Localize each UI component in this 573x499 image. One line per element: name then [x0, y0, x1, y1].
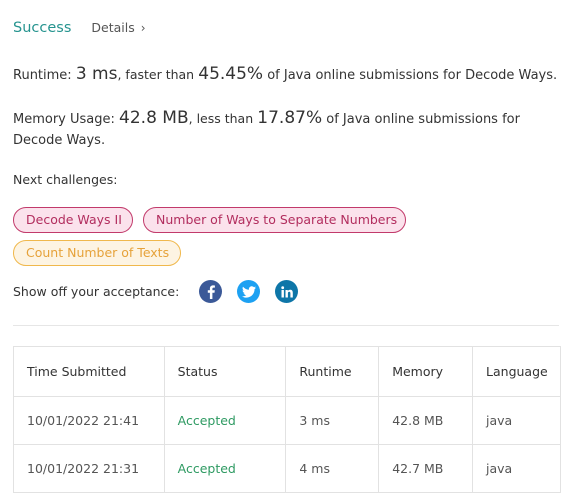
- challenge-chip-count-number-of-texts[interactable]: Count Number of Texts: [13, 240, 181, 266]
- memory-percent: 17.87%: [257, 108, 323, 128]
- memory-comparison: , less than: [188, 111, 254, 126]
- memory-label: Memory Usage:: [13, 112, 115, 127]
- memory-stat: Memory Usage: 42.8 MB, less than 17.87% …: [13, 108, 561, 151]
- column-header-status[interactable]: Status: [163, 346, 287, 397]
- time-submitted-cell: 10/01/2022 21:41: [13, 396, 165, 445]
- section-divider: [13, 325, 559, 326]
- column-header-language[interactable]: Language: [472, 346, 561, 397]
- share-label: Show off your acceptance:: [13, 284, 180, 299]
- status-accepted-link[interactable]: Accepted: [163, 396, 287, 445]
- status-success-label: Success: [13, 20, 72, 36]
- runtime-value: 3 ms: [75, 64, 118, 84]
- challenge-chip-number-of-ways-to-separate-numbers[interactable]: Number of Ways to Separate Numbers: [143, 207, 406, 233]
- runtime-label: Runtime:: [13, 68, 72, 83]
- memory-cell: 42.8 MB: [378, 396, 474, 445]
- runtime-comparison: , faster than: [117, 67, 195, 82]
- column-header-runtime[interactable]: Runtime: [285, 346, 380, 397]
- table-row: 10/01/2022 21:31 Accepted 4 ms 42.7 MB j…: [13, 444, 561, 493]
- runtime-cell: 3 ms: [285, 396, 380, 445]
- language-cell: java: [472, 396, 561, 445]
- runtime-percent: 45.45%: [198, 64, 264, 84]
- facebook-icon[interactable]: [199, 280, 222, 303]
- memory-cell: 42.7 MB: [378, 444, 474, 493]
- table-row: 10/01/2022 21:41 Accepted 3 ms 42.8 MB j…: [13, 396, 561, 445]
- linkedin-icon[interactable]: [275, 280, 298, 303]
- column-header-time-submitted[interactable]: Time Submitted: [13, 346, 165, 397]
- memory-value: 42.8 MB: [119, 108, 189, 128]
- submissions-table: Time Submitted Status Runtime Memory Lan…: [13, 346, 561, 493]
- chevron-right-icon[interactable]: ›: [141, 21, 146, 35]
- column-header-memory[interactable]: Memory: [378, 346, 474, 397]
- runtime-stat: Runtime: 3 ms, faster than 45.45% of Jav…: [13, 64, 561, 86]
- details-link[interactable]: Details: [91, 20, 134, 35]
- twitter-icon[interactable]: [237, 280, 260, 303]
- next-challenges-label: Next challenges:: [13, 172, 118, 187]
- time-submitted-cell: 10/01/2022 21:31: [13, 444, 165, 493]
- table-header-row: Time Submitted Status Runtime Memory Lan…: [13, 346, 561, 397]
- status-accepted-link[interactable]: Accepted: [163, 444, 287, 493]
- runtime-suffix: of Java online submissions for Decode Wa…: [267, 68, 558, 83]
- language-cell: java: [472, 444, 561, 493]
- runtime-cell: 4 ms: [285, 444, 380, 493]
- result-header: Success Details ›: [13, 20, 146, 36]
- challenge-chip-decode-ways-ii[interactable]: Decode Ways II: [13, 207, 133, 233]
